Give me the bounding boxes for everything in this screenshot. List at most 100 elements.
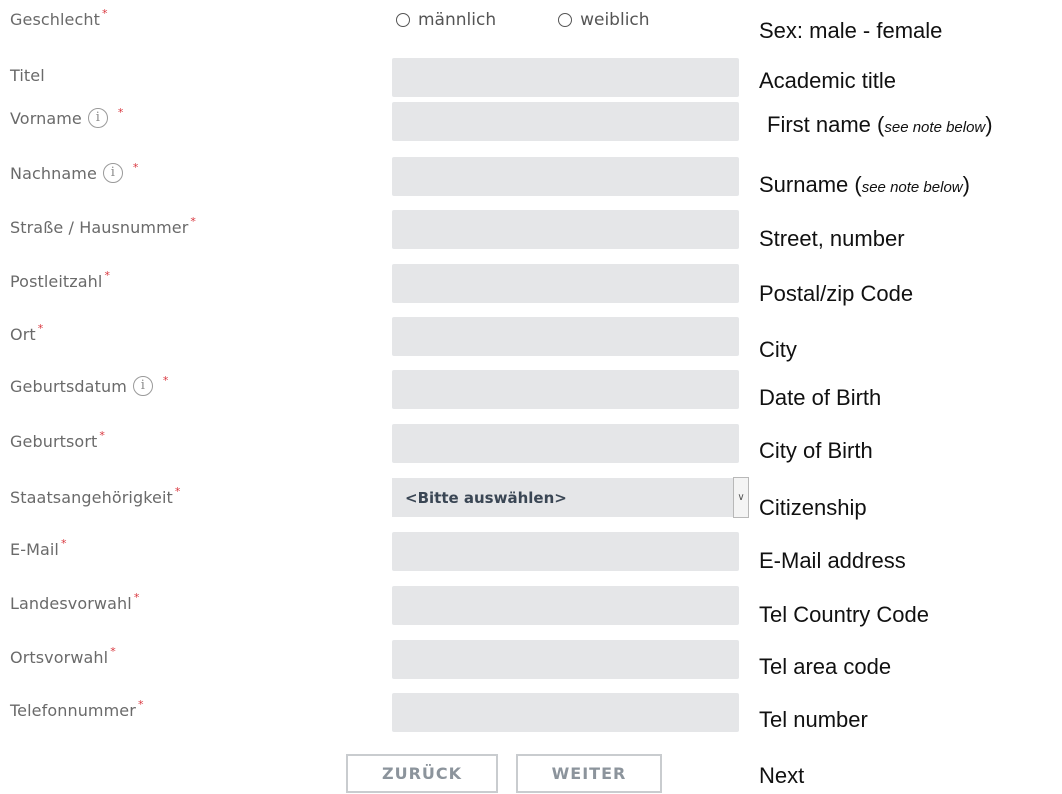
back-button[interactable]: ZURÜCK bbox=[346, 754, 498, 793]
field-label: Postleitzahl bbox=[10, 272, 103, 291]
field-label-wrap: Telefonnummer * bbox=[10, 698, 144, 720]
birthplace-input[interactable] bbox=[392, 424, 739, 463]
street-input[interactable] bbox=[392, 210, 739, 249]
field-label: Geburtsort bbox=[10, 432, 98, 451]
radio-male-label: männlich bbox=[418, 10, 497, 30]
firstname-input[interactable] bbox=[392, 102, 739, 141]
country-code-input[interactable] bbox=[392, 586, 739, 625]
field-translation: Postal/zip Code bbox=[759, 281, 914, 306]
citizenship-select[interactable]: <Bitte auswählen> ∨ bbox=[392, 477, 749, 518]
field-label-wrap: Nachname i * bbox=[10, 160, 139, 183]
required-marker: * bbox=[104, 269, 111, 282]
field-label-wrap: Staatsangehörigkeit * bbox=[10, 485, 181, 507]
required-marker: * bbox=[60, 537, 67, 550]
field-row-citizenship: Staatsangehörigkeit * <Bitte auswählen> … bbox=[0, 476, 1062, 530]
gender-translation: Sex: male - female bbox=[759, 18, 943, 43]
field-translation: City bbox=[759, 337, 797, 362]
required-marker: * bbox=[37, 322, 44, 335]
field-translation: City of Birth bbox=[759, 438, 873, 463]
field-translation: Tel Country Code bbox=[759, 602, 929, 627]
required-marker: * bbox=[99, 429, 105, 442]
field-translation: Tel number bbox=[759, 707, 868, 732]
birthdate-input[interactable] bbox=[392, 370, 739, 409]
chevron-down-icon[interactable]: ∨ bbox=[733, 477, 749, 518]
info-icon[interactable]: i bbox=[87, 108, 108, 128]
field-translation-text: Surname ( bbox=[759, 172, 862, 197]
info-icon[interactable]: i bbox=[102, 163, 123, 183]
info-icon[interactable]: i bbox=[132, 376, 153, 396]
field-translation-text: First name ( bbox=[767, 112, 885, 137]
field-label: Ort bbox=[10, 325, 36, 344]
city-input[interactable] bbox=[392, 317, 739, 356]
gender-row: Geschlecht * männlich weiblich Sex: male… bbox=[0, 6, 1062, 60]
field-label: Ortsvorwahl bbox=[10, 648, 109, 667]
field-row-street: Straße / Hausnummer * Street, number bbox=[0, 208, 1062, 262]
next-translation: Next bbox=[759, 763, 805, 788]
field-label: Vorname bbox=[10, 108, 82, 128]
next-button[interactable]: WEITER bbox=[516, 754, 662, 793]
field-label: Straße / Hausnummer bbox=[10, 218, 189, 237]
field-label-wrap: Geburtsort * bbox=[10, 429, 105, 451]
field-label-wrap: Ort * bbox=[10, 322, 44, 344]
field-label-wrap: Vorname i * bbox=[10, 105, 124, 128]
field-label-wrap: Landesvorwahl * bbox=[10, 591, 140, 613]
select-value: <Bitte auswählen> bbox=[405, 489, 567, 507]
field-label: Nachname bbox=[10, 163, 97, 183]
gender-label: Geschlecht bbox=[10, 10, 101, 29]
field-label: Telefonnummer bbox=[10, 701, 136, 720]
field-row-birthplace: Geburtsort * City of Birth bbox=[0, 422, 1062, 476]
field-label: Geburtsdatum bbox=[10, 376, 127, 396]
field-translation: Date of Birth bbox=[759, 385, 882, 410]
field-row-phone: Telefonnummer * Tel number bbox=[0, 691, 1062, 745]
field-label: Titel bbox=[10, 66, 45, 85]
required-marker: * bbox=[162, 373, 169, 387]
radio-circle-icon[interactable] bbox=[558, 13, 573, 27]
field-label: E-Mail bbox=[10, 540, 59, 559]
radio-circle-icon[interactable] bbox=[396, 13, 410, 27]
radio-female-label: weiblich bbox=[580, 10, 650, 30]
field-row-postal: Postleitzahl * Postal/zip Code bbox=[0, 262, 1062, 316]
field-translation: Street, number bbox=[759, 226, 905, 251]
field-row-city: Ort * City bbox=[0, 315, 1062, 369]
required-marker: * bbox=[132, 160, 139, 174]
radio-male[interactable]: männlich bbox=[396, 10, 496, 30]
field-row-firstname: Vorname i * First name (see note below) bbox=[0, 100, 1062, 154]
field-label-wrap: Ortsvorwahl * bbox=[10, 645, 116, 667]
field-translation: E-Mail address bbox=[759, 548, 906, 573]
field-row-birthdate: Geburtsdatum i * Date of Birth bbox=[0, 368, 1062, 422]
field-label-wrap: Titel bbox=[10, 66, 45, 85]
field-translation-close: ) bbox=[985, 112, 993, 137]
phone-input[interactable] bbox=[392, 693, 739, 732]
area-code-input[interactable] bbox=[392, 640, 739, 679]
required-marker: * bbox=[102, 7, 108, 20]
field-row-area-code: Ortsvorwahl * Tel area code bbox=[0, 638, 1062, 692]
required-marker: * bbox=[174, 485, 181, 498]
field-label: Landesvorwahl bbox=[10, 594, 132, 613]
gender-radio-group: männlich weiblich bbox=[396, 10, 650, 30]
field-label-wrap: Geburtsdatum i * bbox=[10, 373, 169, 396]
field-translation: Academic title bbox=[759, 68, 896, 93]
field-label: Staatsangehörigkeit bbox=[10, 488, 173, 507]
field-row-email: E-Mail * E-Mail address bbox=[0, 530, 1062, 584]
postal-code-input[interactable] bbox=[392, 264, 739, 303]
field-label-wrap: E-Mail * bbox=[10, 537, 67, 559]
required-marker: * bbox=[110, 645, 116, 658]
gender-label-wrap: Geschlecht * bbox=[10, 7, 108, 29]
title-input[interactable] bbox=[392, 58, 739, 97]
surname-input[interactable] bbox=[392, 157, 739, 196]
field-note: see note below bbox=[861, 179, 963, 196]
required-marker: * bbox=[137, 698, 144, 711]
field-translation: Surname (see note below) bbox=[759, 172, 970, 198]
field-label-wrap: Postleitzahl * bbox=[10, 269, 111, 291]
required-marker: * bbox=[190, 215, 196, 228]
email-input[interactable] bbox=[392, 532, 739, 571]
field-translation: Tel area code bbox=[759, 654, 892, 679]
field-translation: Citizenship bbox=[759, 495, 867, 520]
field-row-surname: Nachname i * Surname (see note below) bbox=[0, 155, 1062, 209]
required-marker: * bbox=[133, 591, 140, 604]
field-row-country-code: Landesvorwahl * Tel Country Code bbox=[0, 584, 1062, 638]
required-marker: * bbox=[117, 105, 124, 119]
field-translation: First name (see note below) bbox=[767, 112, 993, 138]
field-note: see note below bbox=[884, 119, 986, 136]
radio-female[interactable]: weiblich bbox=[558, 10, 650, 30]
